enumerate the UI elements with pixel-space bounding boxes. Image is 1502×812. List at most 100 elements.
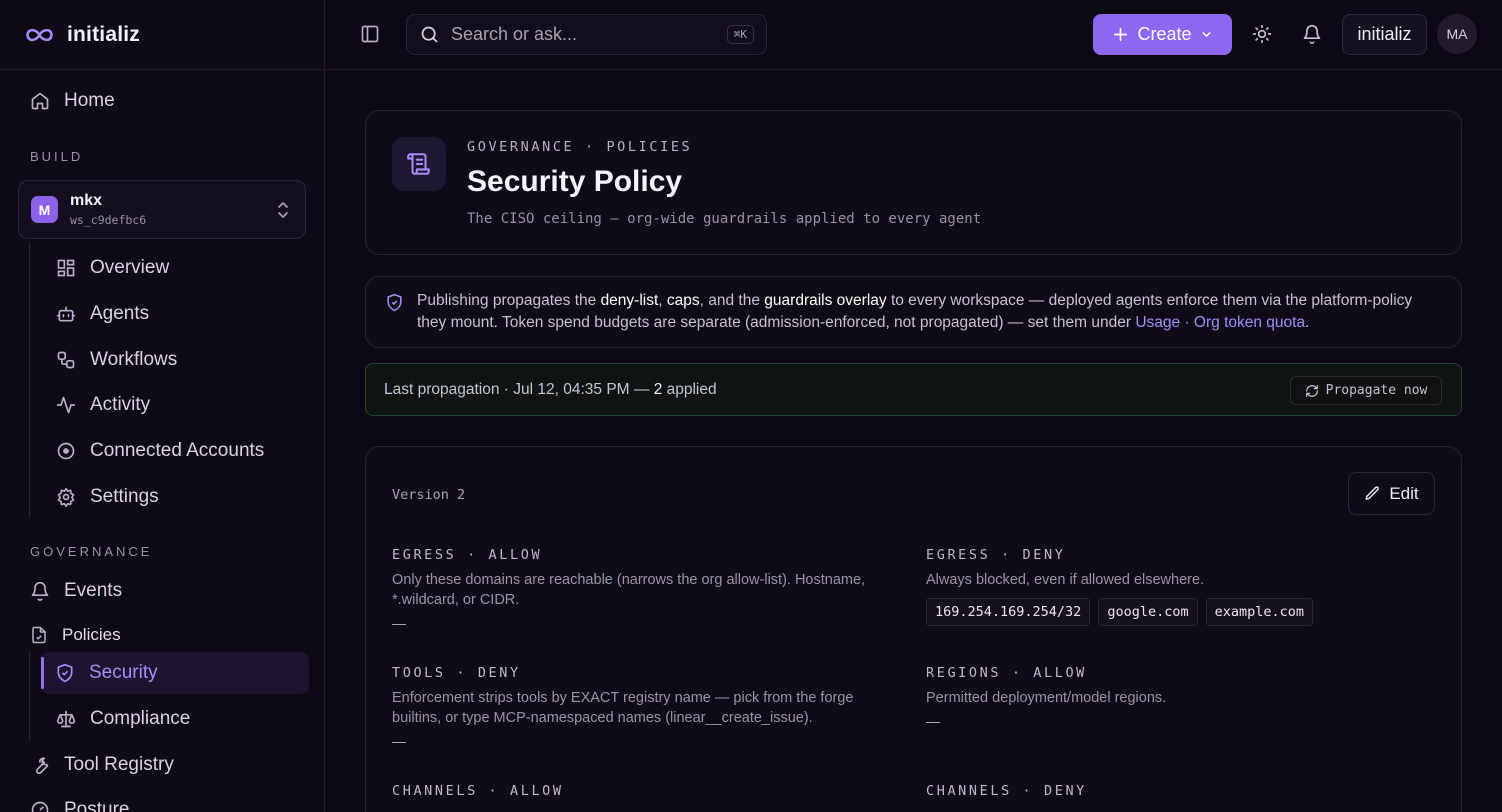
notice-segment: , — [658, 292, 667, 309]
shield-check-icon — [385, 293, 404, 312]
rule-heading: EGRESS · DENY — [926, 547, 1066, 563]
sidebar-item-label: Settings — [90, 486, 159, 507]
bell-icon — [30, 581, 50, 601]
deny-chip: example.com — [1205, 598, 1313, 626]
sidebar-item-label: Activity — [90, 394, 151, 415]
rule-regions-allow: REGIONS · ALLOW Permitted deployment/mod… — [926, 665, 1426, 729]
section-label-build: BUILD — [30, 149, 84, 164]
gauge-icon — [30, 800, 50, 812]
sun-icon[interactable] — [1252, 24, 1272, 44]
notice-segment: , and the — [699, 292, 765, 309]
notice-caps: caps — [666, 292, 700, 309]
policy-version: Version 2 — [392, 487, 466, 503]
sidebar-item-label: Agents — [90, 303, 150, 324]
notice-deny-list: deny-list — [600, 292, 659, 309]
rule-channels-deny: CHANNELS · DENY — [926, 783, 1426, 799]
rule-egress-allow: EGRESS · ALLOW Only these domains are re… — [392, 547, 892, 631]
notice-segment: . — [1305, 314, 1310, 331]
brand[interactable]: initializ — [0, 0, 324, 70]
policy-card: Version 2 Edit EGRESS · ALLOW Only these… — [365, 446, 1462, 812]
usage-link[interactable]: Usage — [1135, 314, 1180, 331]
sidebar-item-overview[interactable]: Overview — [44, 248, 169, 288]
rule-description: Always blocked, even if allowed elsewher… — [926, 572, 1205, 588]
propagate-now-button[interactable]: Propagate now — [1290, 376, 1442, 405]
pencil-icon — [1364, 485, 1381, 502]
sidebar-item-home[interactable]: Home — [18, 81, 115, 121]
workflow-icon — [56, 350, 76, 370]
chevron-down-icon — [1200, 28, 1213, 41]
search-input[interactable]: Search or ask... ⌘K — [406, 14, 767, 55]
gear-icon — [56, 487, 76, 507]
sidebar-item-activity[interactable]: Activity — [44, 385, 150, 425]
page-title: Security Policy — [467, 165, 683, 198]
notice-segment: Publishing propagates the — [417, 292, 601, 309]
org-switcher-button[interactable]: initializ — [1342, 14, 1427, 55]
page-subtitle: The CISO ceiling — org-wide guardrails a… — [467, 211, 982, 227]
bell-icon[interactable] — [1302, 24, 1322, 44]
deny-chip: 169.254.169.254/32 — [926, 598, 1091, 626]
sidebar-item-label: Compliance — [90, 708, 191, 729]
rule-description: Only these domains are reachable (narrow… — [392, 572, 866, 608]
sidebar-item-events[interactable]: Events — [18, 571, 122, 611]
brand-name: initializ — [67, 22, 140, 46]
org-token-quota-link[interactable]: Org token quota — [1194, 314, 1305, 331]
tree-line — [29, 242, 30, 518]
sidebar-item-label: Security — [89, 662, 158, 683]
sidebar-item-label: Connected Accounts — [90, 440, 265, 461]
sidebar-item-compliance[interactable]: Compliance — [44, 699, 190, 739]
section-label-governance: GOVERNANCE — [30, 544, 153, 559]
create-button[interactable]: Create — [1093, 14, 1232, 55]
workspace-switcher[interactable]: M mkx ws_c9defbc6 — [18, 180, 306, 239]
search-icon — [419, 24, 440, 45]
create-label: Create — [1137, 24, 1192, 44]
avatar[interactable]: MA — [1437, 14, 1477, 54]
sidebar-item-posture[interactable]: Posture — [18, 790, 129, 812]
sidebar-item-tool-registry[interactable]: Tool Registry — [18, 745, 174, 785]
notice-text: Publishing propagates the deny-list, cap… — [417, 290, 1441, 334]
file-check-icon — [30, 626, 48, 644]
sidebar: initializ Home BUILD M mkx ws_c9defbc6 O… — [0, 0, 325, 812]
sidebar-item-label: Workflows — [90, 349, 178, 370]
sidebar-item-label: Events — [64, 580, 123, 601]
search-shortcut: ⌘K — [726, 25, 754, 44]
rule-description: Enforcement strips tools by EXACT regist… — [392, 690, 854, 726]
sidebar-item-workflows[interactable]: Workflows — [44, 340, 177, 380]
page-header-card: GOVERNANCE · POLICIES Security Policy Th… — [365, 110, 1462, 255]
infinity-logo-icon — [24, 26, 55, 44]
rule-channels-allow: CHANNELS · ALLOW — [392, 783, 892, 799]
sidebar-item-label: Policies — [62, 625, 121, 644]
sidebar-item-settings[interactable]: Settings — [44, 477, 159, 517]
sidebar-toggle-icon[interactable] — [360, 24, 380, 44]
workspace-avatar: M — [31, 196, 58, 223]
edit-label: Edit — [1389, 483, 1419, 503]
edit-button[interactable]: Edit — [1348, 472, 1435, 515]
propagate-label: Propagate now — [1325, 383, 1428, 398]
rule-description: Permitted deployment/model regions. — [926, 690, 1167, 706]
plug-circle-icon — [56, 441, 76, 461]
sidebar-item-agents[interactable]: Agents — [44, 294, 149, 334]
home-icon — [30, 91, 50, 111]
refresh-icon — [1305, 384, 1319, 398]
sidebar-item-connected-accounts[interactable]: Connected Accounts — [44, 431, 264, 471]
rule-heading: CHANNELS · ALLOW — [392, 783, 564, 799]
rule-empty-value: — — [392, 615, 406, 631]
rule-egress-deny: EGRESS · DENY Always blocked, even if al… — [926, 547, 1426, 626]
rule-heading: EGRESS · ALLOW — [392, 547, 543, 563]
rule-heading: CHANNELS · DENY — [926, 783, 1087, 799]
info-notice: Publishing propagates the deny-list, cap… — [365, 276, 1462, 348]
workspace-id: ws_c9defbc6 — [70, 213, 147, 227]
sidebar-item-policies[interactable]: Policies — [18, 617, 121, 653]
sidebar-item-label: Tool Registry — [64, 754, 174, 775]
workspace-name: mkx — [70, 192, 103, 209]
propagation-suffix: applied — [662, 381, 717, 398]
topbar: Search or ask... ⌘K Create initializ MA — [326, 0, 1502, 70]
notice-guardrails: guardrails overlay — [764, 292, 887, 309]
robot-icon — [56, 304, 76, 324]
sidebar-item-label: Home — [64, 90, 115, 111]
chevron-up-down-icon — [275, 201, 291, 219]
sidebar-item-security[interactable]: Security — [41, 652, 309, 694]
sidebar-item-label: Posture — [64, 799, 130, 812]
wrench-icon — [30, 755, 50, 775]
rule-empty-value: — — [392, 733, 406, 749]
chip-list: 169.254.169.254/32 google.com example.co… — [926, 598, 1426, 626]
